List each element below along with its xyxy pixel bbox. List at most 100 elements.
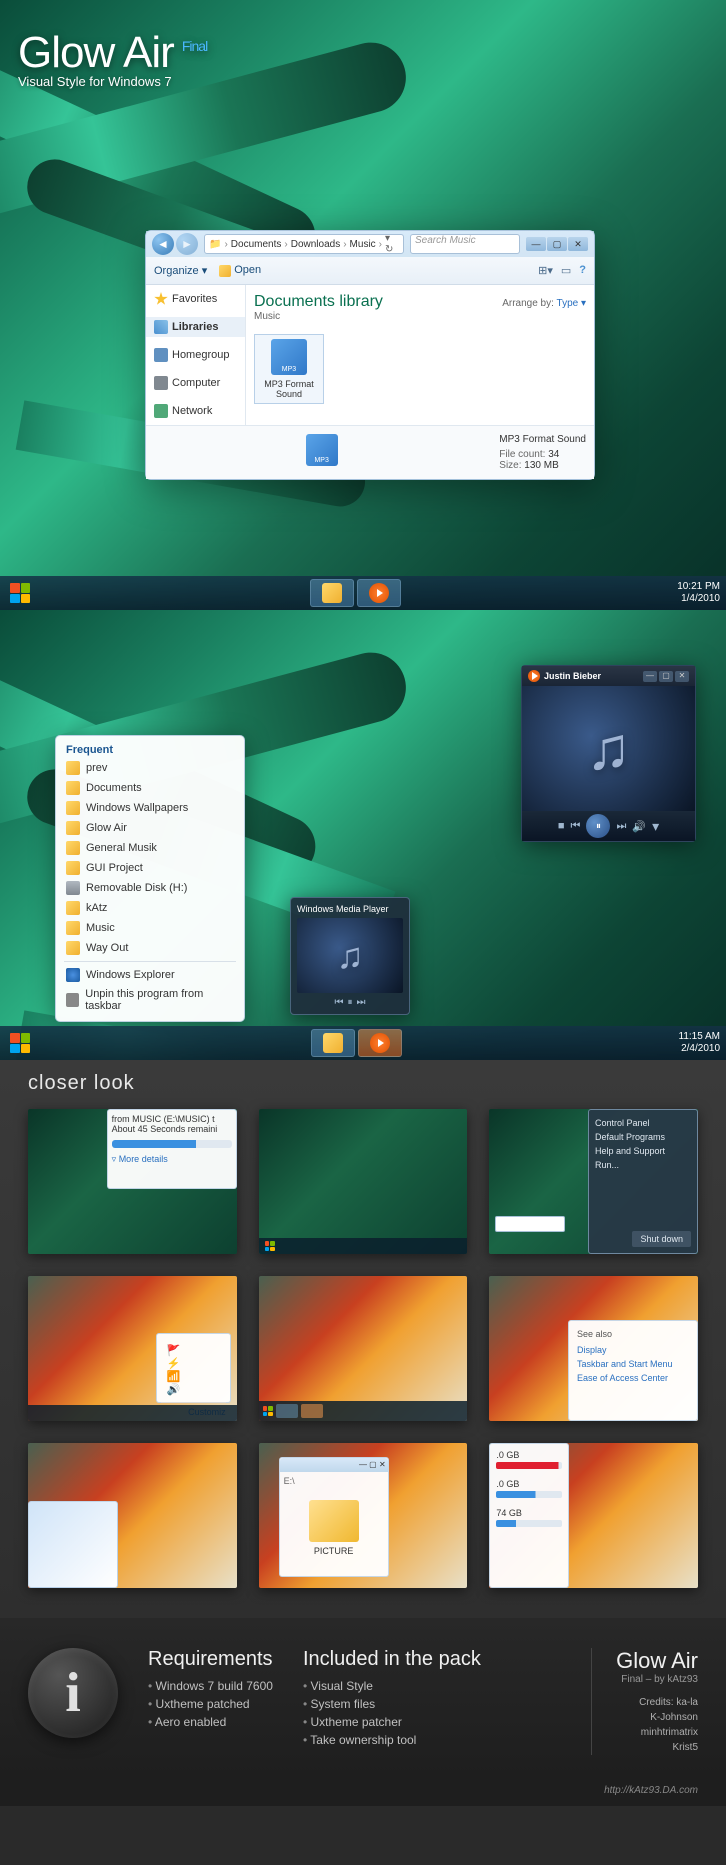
drive-icon	[66, 881, 80, 895]
jumplist-unpin[interactable]: Unpin this program from taskbar	[56, 985, 244, 1015]
folder-icon	[66, 941, 80, 955]
thumbnail-start-menu: Control Panel Default Programs Help and …	[489, 1109, 698, 1254]
explorer-sidebar: Favorites Libraries Homegroup Computer N…	[146, 285, 246, 425]
thumbnail-window	[28, 1443, 237, 1588]
thumbnail-copy-dialog: from MUSIC (E:\MUSIC) tAbout 45 Seconds …	[28, 1109, 237, 1254]
preview-thumbnail[interactable]: ♫	[297, 918, 403, 993]
requirements: Requirements Windows 7 build 7600Uxtheme…	[148, 1648, 273, 1755]
search-input[interactable]: Search Music	[410, 234, 520, 254]
next-button[interactable]: ⏭	[616, 820, 626, 833]
organize-button[interactable]: Organize ▾	[154, 264, 207, 277]
wmp-icon	[528, 670, 540, 682]
theme-title: Glow AirFinal Visual Style for Windows 7	[18, 28, 207, 89]
taskbar[interactable]: 10:21 PM1/4/2010	[0, 576, 726, 610]
info-section: i Requirements Windows 7 build 7600Uxthe…	[0, 1618, 726, 1779]
taskbar-explorer[interactable]	[310, 579, 354, 607]
credits: Glow Air Final – by kAtz93 Credits: ka-l…	[591, 1648, 698, 1755]
details-name: MP3 Format Sound	[499, 434, 586, 445]
wmp-icon	[370, 1033, 390, 1053]
close-button[interactable]: ✕	[568, 237, 588, 251]
sidebar-favorites[interactable]: Favorites	[146, 289, 245, 309]
title-badge: Final	[182, 38, 207, 54]
back-button[interactable]: ◄	[152, 233, 174, 255]
thumbnail-folder: — ▢ ✕ E:\ PICTURE	[259, 1443, 468, 1588]
file-item[interactable]: MP3 Format Sound	[254, 334, 324, 404]
taskbar-preview[interactable]: Windows Media Player ♫ ⏮ ⏸ ⏭	[290, 897, 410, 1015]
folder-icon	[66, 841, 80, 855]
folder-icon	[322, 583, 342, 603]
taskbar-clock[interactable]: 10:21 PM1/4/2010	[677, 581, 720, 605]
info-icon: i	[28, 1648, 118, 1738]
taskbar-explorer[interactable]	[311, 1029, 355, 1057]
breadcrumb[interactable]: 📁 ›Documents ›Downloads ›Music › ▾ ↻	[204, 234, 404, 254]
sidebar-network[interactable]: Network	[146, 401, 245, 421]
thumbnail-desktop	[259, 1109, 468, 1254]
maximize-button[interactable]: ▢	[547, 237, 567, 251]
folder-icon	[66, 761, 80, 775]
jumplist-app[interactable]: Windows Explorer	[56, 965, 244, 985]
volume-button[interactable]: 🔊	[632, 820, 646, 833]
jumplist-item[interactable]: Music	[56, 918, 244, 938]
jumplist-item[interactable]: Removable Disk (H:)	[56, 878, 244, 898]
media-controls: ■ ⏮ ⏸ ⏭ 🔊 ▾	[522, 811, 695, 841]
preview-pane-button[interactable]: ▭	[561, 264, 571, 277]
desktop-screenshot-2: Justin Bieber —▢✕ ♫ ■ ⏮ ⏸ ⏭ 🔊 ▾ Frequent…	[0, 610, 726, 1060]
taskbar-wmp[interactable]	[357, 579, 401, 607]
folder-icon	[66, 821, 80, 835]
maximize-button[interactable]: ▢	[659, 671, 673, 682]
play-pause-button[interactable]: ⏸	[348, 997, 353, 1008]
minimize-button[interactable]: —	[526, 237, 546, 251]
homegroup-icon	[154, 348, 168, 362]
explorer-window[interactable]: ◄ ► 📁 ›Documents ›Downloads ›Music › ▾ ↻…	[145, 230, 595, 480]
start-button[interactable]	[6, 1029, 34, 1057]
media-player-titlebar[interactable]: Justin Bieber —▢✕	[522, 666, 695, 686]
sidebar-computer[interactable]: Computer	[146, 373, 245, 393]
sidebar-libraries[interactable]: Libraries	[146, 317, 245, 337]
next-button[interactable]: ⏭	[357, 997, 366, 1008]
taskbar[interactable]: 11:15 AM2/4/2010	[0, 1026, 726, 1060]
prev-button[interactable]: ⏮	[571, 820, 581, 833]
help-button[interactable]: ?	[579, 264, 586, 277]
jumplist-item[interactable]: General Musik	[56, 838, 244, 858]
thumbnail-tray: 🚩 ⚡ 📶 🔊 Customiz	[28, 1276, 237, 1421]
play-pause-button[interactable]: ⏸	[586, 814, 610, 838]
mp3-icon	[306, 434, 338, 466]
details-pane: MP3 Format Sound File count: 34 Size: 13…	[146, 425, 594, 479]
arrange-by[interactable]: Arrange by: Type ▾	[502, 298, 586, 309]
jumplist[interactable]: Frequent prev Documents Windows Wallpape…	[55, 735, 245, 1022]
jumplist-item[interactable]: kAtz	[56, 898, 244, 918]
jumplist-item[interactable]: Windows Wallpapers	[56, 798, 244, 818]
stop-button[interactable]: ■	[558, 820, 565, 832]
windows-logo-icon	[10, 583, 30, 603]
start-button[interactable]	[6, 579, 34, 607]
footer-url: http://kAtz93.DA.com	[0, 1779, 726, 1806]
jumplist-item[interactable]: GUI Project	[56, 858, 244, 878]
mp3-icon	[271, 339, 307, 375]
taskbar-clock[interactable]: 11:15 AM2/4/2010	[679, 1031, 721, 1055]
jumplist-item[interactable]: prev	[56, 758, 244, 778]
folder-icon	[66, 921, 80, 935]
prev-button[interactable]: ⏮	[335, 997, 344, 1008]
close-button[interactable]: ✕	[675, 671, 689, 682]
jumplist-item[interactable]: Glow Air	[56, 818, 244, 838]
explorer-icon	[66, 968, 80, 982]
folder-icon	[66, 781, 80, 795]
explorer-content[interactable]: Documents library Music Arrange by: Type…	[246, 285, 594, 425]
media-player-window[interactable]: Justin Bieber —▢✕ ♫ ■ ⏮ ⏸ ⏭ 🔊 ▾	[521, 665, 696, 842]
unpin-icon	[66, 993, 79, 1007]
forward-button[interactable]: ►	[176, 233, 198, 255]
explorer-titlebar[interactable]: ◄ ► 📁 ›Documents ›Downloads ›Music › ▾ ↻…	[146, 231, 594, 257]
jumplist-item[interactable]: Way Out	[56, 938, 244, 958]
title-main: Glow Air	[18, 28, 174, 77]
folder-icon: 📁	[209, 239, 221, 250]
folder-icon	[66, 801, 80, 815]
music-note-icon: ♫	[337, 935, 364, 977]
taskbar-wmp[interactable]	[358, 1029, 402, 1057]
minimize-button[interactable]: —	[643, 671, 657, 682]
jumplist-item[interactable]: Documents	[56, 778, 244, 798]
open-button[interactable]: Open	[219, 264, 261, 276]
view-button[interactable]: ⊞▾	[538, 264, 553, 277]
folder-icon	[323, 1033, 343, 1053]
sidebar-homegroup[interactable]: Homegroup	[146, 345, 245, 365]
jumplist-header: Frequent	[56, 742, 244, 758]
